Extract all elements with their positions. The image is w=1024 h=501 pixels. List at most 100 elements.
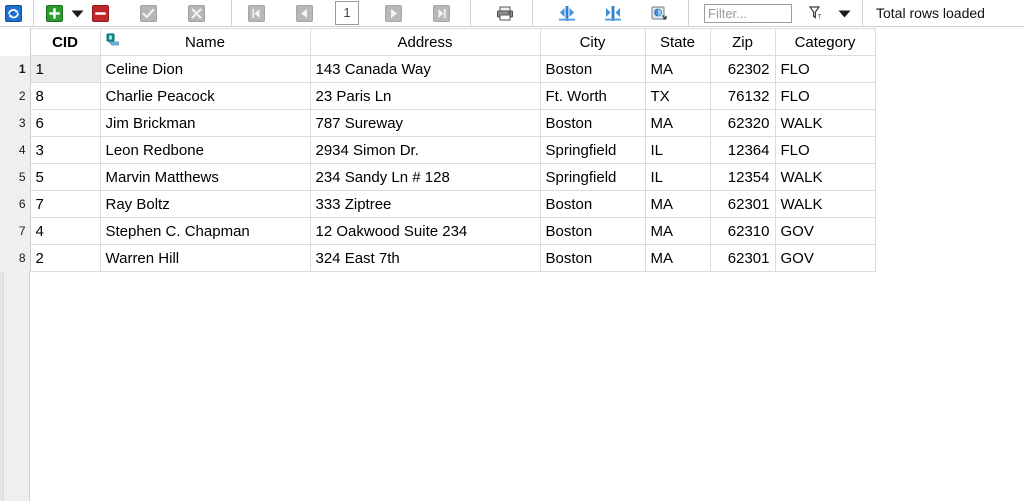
cell-city[interactable]: Springfield xyxy=(539,136,646,164)
row-number[interactable]: 1 xyxy=(0,55,31,83)
cell-city[interactable]: Springfield xyxy=(539,163,646,191)
cell-category[interactable]: FLO xyxy=(774,136,876,164)
cell-name[interactable]: Warren Hill xyxy=(99,244,311,272)
next-page-icon[interactable] xyxy=(380,1,406,25)
cell-address[interactable]: 12 Oakwood Suite 234 xyxy=(309,217,541,245)
column-header-category[interactable]: Category xyxy=(774,28,876,56)
table-row[interactable]: 5 5 Marvin Matthews 234 Sandy Ln # 128 Sprin… xyxy=(0,163,876,191)
cell-address[interactable]: 2934 Simon Dr. xyxy=(309,136,541,164)
cell-address[interactable]: 143 Canada Way xyxy=(309,55,541,83)
row-number[interactable]: 7 xyxy=(0,217,31,245)
cell-zip[interactable]: 62310 xyxy=(709,217,776,245)
row-number[interactable]: 8 xyxy=(0,244,31,272)
column-header-name[interactable]: Name xyxy=(99,28,311,56)
cell-city[interactable]: Boston xyxy=(539,190,646,218)
cell-name[interactable]: Leon Redbone xyxy=(99,136,311,164)
row-number[interactable]: 5 xyxy=(0,163,31,191)
cell-address[interactable]: 23 Paris Ln xyxy=(309,82,541,110)
cell-category[interactable]: WALK xyxy=(774,190,876,218)
cell-state[interactable]: IL xyxy=(644,136,711,164)
cell-state[interactable]: TX xyxy=(644,82,711,110)
row-number[interactable]: 4 xyxy=(0,136,31,164)
cell-zip[interactable]: 62320 xyxy=(709,109,776,137)
export-data-icon[interactable] xyxy=(646,1,672,25)
collapse-columns-icon[interactable] xyxy=(600,1,626,25)
cell-address[interactable]: 333 Ziptree xyxy=(309,190,541,218)
refresh-icon[interactable] xyxy=(0,1,26,25)
cell-state[interactable]: MA xyxy=(644,109,711,137)
cell-address[interactable]: 324 East 7th xyxy=(309,244,541,272)
page-number-input[interactable]: 1 xyxy=(335,1,359,25)
cell-zip[interactable]: 62301 xyxy=(709,244,776,272)
cell-address[interactable]: 787 Sureway xyxy=(309,109,541,137)
cell-name[interactable]: Ray Boltz xyxy=(99,190,311,218)
table-row[interactable]: 2 8 Charlie Peacock 23 Paris Ln Ft. Worth TX 7… xyxy=(0,82,876,110)
cell-name[interactable]: Charlie Peacock xyxy=(99,82,311,110)
column-header-address-label: Address xyxy=(397,33,453,51)
cell-cid[interactable]: 1 xyxy=(29,55,101,83)
cell-city[interactable]: Boston xyxy=(539,244,646,272)
add-row-icon[interactable] xyxy=(41,1,67,25)
table-row[interactable]: 4 3 Leon Redbone 2934 Simon Dr. Springfield I… xyxy=(0,136,876,164)
row-number[interactable]: 3 xyxy=(0,109,31,137)
commit-check-icon xyxy=(135,1,161,25)
chevron-down-icon[interactable] xyxy=(834,1,854,25)
cell-zip[interactable]: 76132 xyxy=(709,82,776,110)
cell-name[interactable]: Jim Brickman xyxy=(99,109,311,137)
table-row[interactable]: 7 4 Stephen C. Chapman 12 Oakwood Suite 234… xyxy=(0,217,876,245)
cell-name[interactable]: Celine Dion xyxy=(99,55,311,83)
table-row[interactable]: 8 2 Warren Hill 324 East 7th Boston MA 62301 GO… xyxy=(0,244,876,272)
cell-city[interactable]: Ft. Worth xyxy=(539,82,646,110)
column-header-city[interactable]: City xyxy=(539,28,646,56)
cell-category[interactable]: WALK xyxy=(774,109,876,137)
expand-columns-icon[interactable] xyxy=(554,1,580,25)
cell-cid[interactable]: 2 xyxy=(29,244,101,272)
cell-state[interactable]: IL xyxy=(644,163,711,191)
table-row[interactable]: 6 7 Ray Boltz 333 Ziptree Boston MA 62301 WALK xyxy=(0,190,876,218)
row-number[interactable]: 6 xyxy=(0,190,31,218)
filter-funnel-icon[interactable]: T xyxy=(802,1,828,25)
cell-category[interactable]: FLO xyxy=(774,55,876,83)
cell-cid[interactable]: 4 xyxy=(29,217,101,245)
cell-zip[interactable]: 12354 xyxy=(709,163,776,191)
delete-row-icon[interactable] xyxy=(87,1,113,25)
cell-cid[interactable]: 6 xyxy=(29,109,101,137)
cell-state[interactable]: MA xyxy=(644,217,711,245)
cell-zip[interactable]: 62302 xyxy=(709,55,776,83)
last-page-icon[interactable] xyxy=(428,1,454,25)
cell-zip[interactable]: 62301 xyxy=(709,190,776,218)
table-row[interactable]: 3 6 Jim Brickman 787 Sureway Boston MA 62320 WA… xyxy=(0,109,876,137)
cell-cid[interactable]: 7 xyxy=(29,190,101,218)
cell-city[interactable]: Boston xyxy=(539,109,646,137)
column-header-cid[interactable]: CID xyxy=(29,28,101,56)
first-page-icon[interactable] xyxy=(243,1,269,25)
chevron-down-icon[interactable] xyxy=(67,1,87,25)
previous-page-icon[interactable] xyxy=(291,1,317,25)
cell-state[interactable]: MA xyxy=(644,244,711,272)
cell-state[interactable]: MA xyxy=(644,55,711,83)
cell-cid[interactable]: 8 xyxy=(29,82,101,110)
cell-city[interactable]: Boston xyxy=(539,217,646,245)
table-row[interactable]: 1 1 Celine Dion 143 Canada Way Boston MA 62302… xyxy=(0,55,876,83)
cell-name[interactable]: Stephen C. Chapman xyxy=(99,217,311,245)
cell-state[interactable]: MA xyxy=(644,190,711,218)
cell-category[interactable]: GOV xyxy=(774,244,876,272)
column-header-zip[interactable]: Zip xyxy=(709,28,776,56)
cell-cid[interactable]: 5 xyxy=(29,163,101,191)
customer-table: CID Name Address City State Zip Category… xyxy=(0,28,876,272)
column-header-city-label: City xyxy=(579,33,606,51)
filter-input[interactable]: Filter... xyxy=(704,3,792,23)
cell-category[interactable]: WALK xyxy=(774,163,876,191)
cell-category[interactable]: GOV xyxy=(774,217,876,245)
cell-city[interactable]: Boston xyxy=(539,55,646,83)
cell-cid[interactable]: 3 xyxy=(29,136,101,164)
print-icon[interactable] xyxy=(492,1,518,25)
row-number[interactable]: 2 xyxy=(0,82,31,110)
column-header-address[interactable]: Address xyxy=(309,28,541,56)
column-header-name-label: Name xyxy=(184,33,225,51)
cell-category[interactable]: FLO xyxy=(774,82,876,110)
cell-address[interactable]: 234 Sandy Ln # 128 xyxy=(309,163,541,191)
column-header-state[interactable]: State xyxy=(644,28,711,56)
cell-name[interactable]: Marvin Matthews xyxy=(99,163,311,191)
cell-zip[interactable]: 12364 xyxy=(709,136,776,164)
